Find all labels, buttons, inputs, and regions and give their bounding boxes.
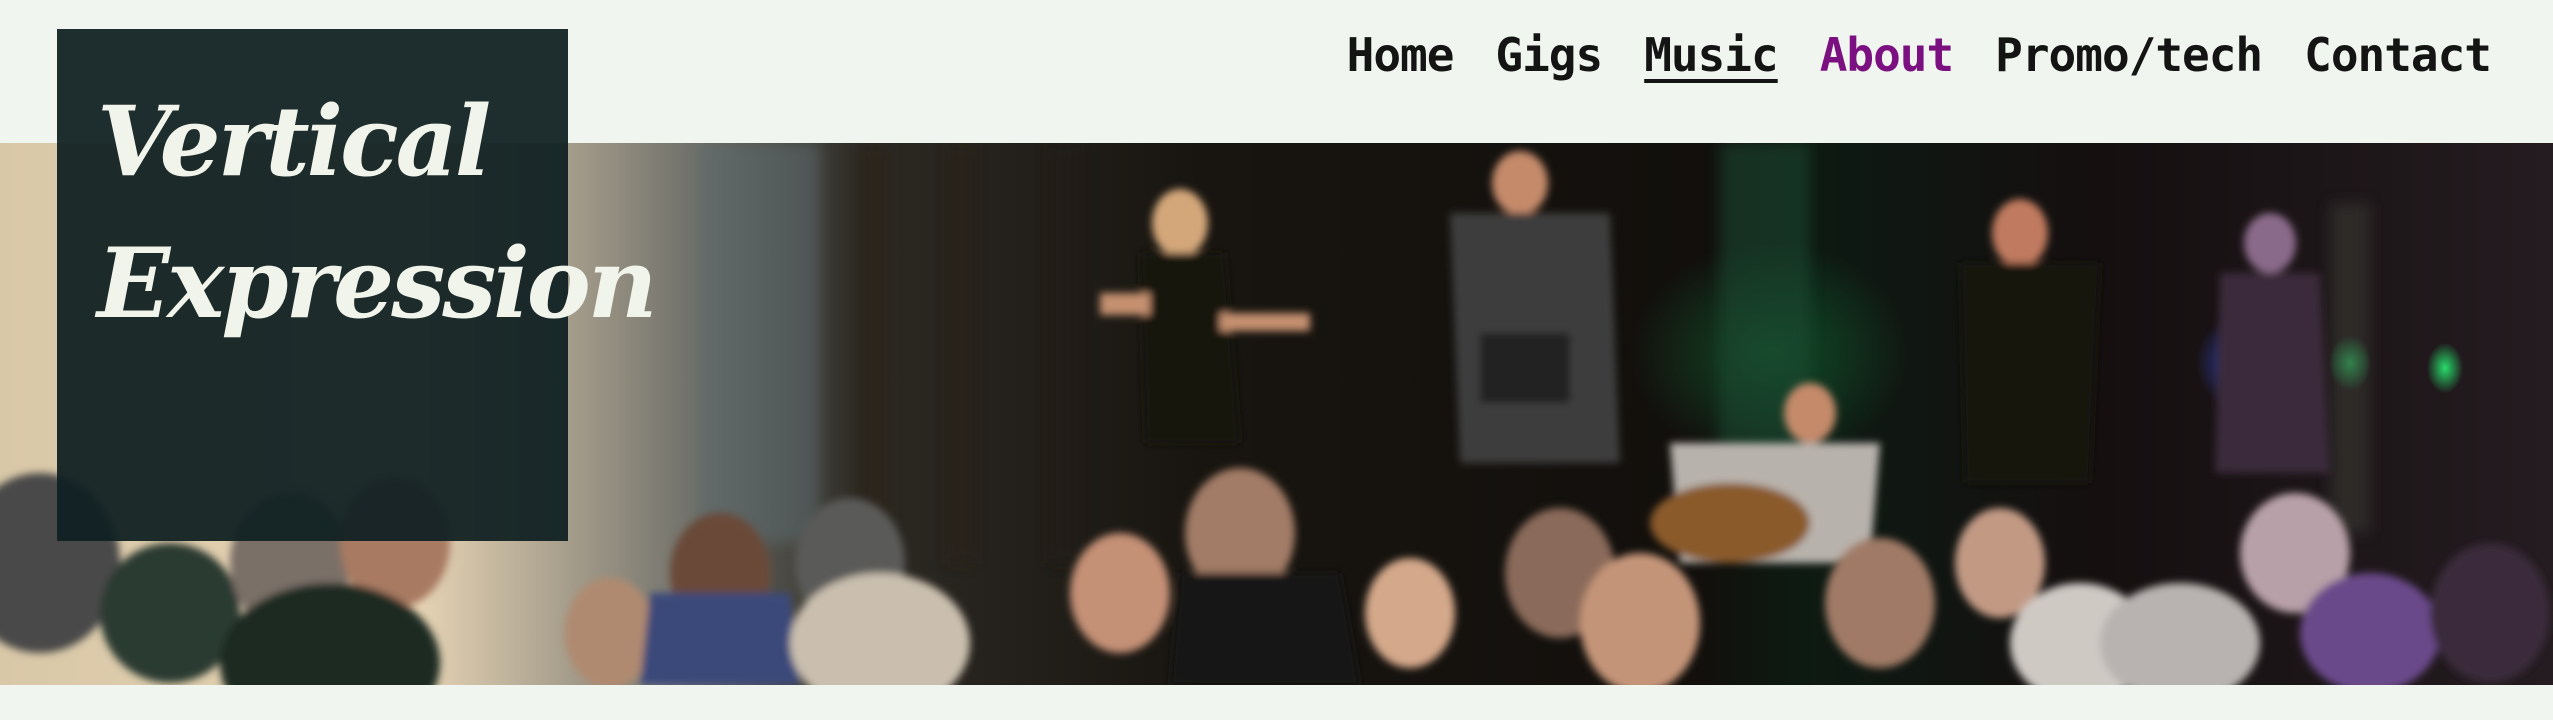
page: Home Gigs Music About Promo/tech Contact — [0, 0, 2553, 720]
nav-gigs-link[interactable]: Gigs — [1495, 28, 1603, 82]
nav-contact-link[interactable]: Contact — [2304, 28, 2492, 82]
logo-line-1: Vertical — [97, 85, 491, 198]
content-start — [0, 685, 2553, 720]
main-nav: Home Gigs Music About Promo/tech Contact — [1347, 28, 2492, 82]
nav-home-link[interactable]: Home — [1347, 28, 1455, 82]
nav-about-link[interactable]: About — [1820, 28, 1954, 82]
logo-line-2: Expression — [97, 227, 658, 340]
site-logo[interactable]: Vertical Expression — [57, 29, 658, 541]
nav-music-link[interactable]: Music — [1644, 28, 1778, 82]
nav-promo-tech-link[interactable]: Promo/tech — [1995, 28, 2263, 82]
logo-text: Vertical Expression — [97, 71, 658, 355]
